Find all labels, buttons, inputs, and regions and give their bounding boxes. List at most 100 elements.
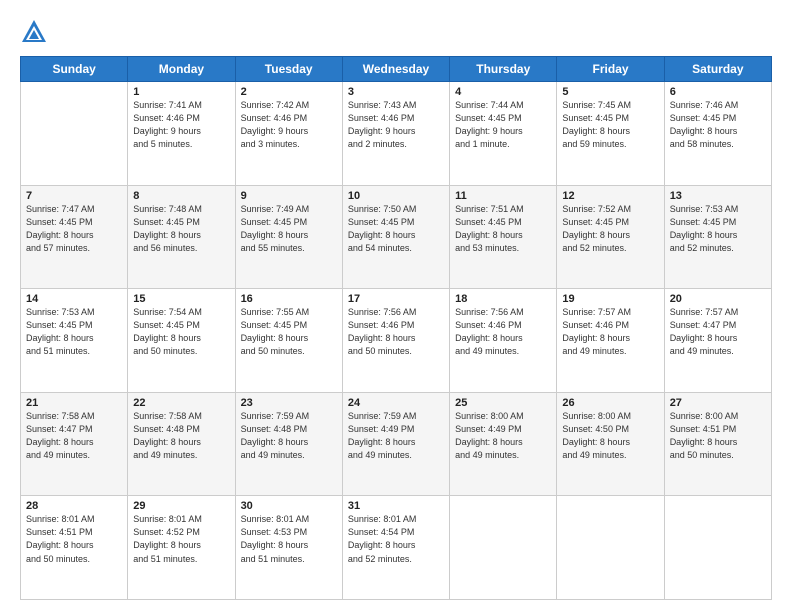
calendar-cell: 15Sunrise: 7:54 AM Sunset: 4:45 PM Dayli… <box>128 289 235 393</box>
calendar-cell <box>21 82 128 186</box>
calendar-cell: 2Sunrise: 7:42 AM Sunset: 4:46 PM Daylig… <box>235 82 342 186</box>
calendar-week-3: 14Sunrise: 7:53 AM Sunset: 4:45 PM Dayli… <box>21 289 772 393</box>
day-number: 5 <box>562 86 658 98</box>
calendar-cell: 28Sunrise: 8:01 AM Sunset: 4:51 PM Dayli… <box>21 496 128 600</box>
day-info: Sunrise: 8:00 AM Sunset: 4:51 PM Dayligh… <box>670 410 766 462</box>
calendar-cell: 13Sunrise: 7:53 AM Sunset: 4:45 PM Dayli… <box>664 185 771 289</box>
day-number: 25 <box>455 397 551 409</box>
day-info: Sunrise: 8:01 AM Sunset: 4:54 PM Dayligh… <box>348 513 444 565</box>
calendar-cell: 10Sunrise: 7:50 AM Sunset: 4:45 PM Dayli… <box>342 185 449 289</box>
day-info: Sunrise: 7:46 AM Sunset: 4:45 PM Dayligh… <box>670 99 766 151</box>
calendar-table: SundayMondayTuesdayWednesdayThursdayFrid… <box>20 56 772 600</box>
day-number: 31 <box>348 500 444 512</box>
day-number: 17 <box>348 293 444 305</box>
calendar-cell: 11Sunrise: 7:51 AM Sunset: 4:45 PM Dayli… <box>450 185 557 289</box>
day-number: 22 <box>133 397 229 409</box>
day-number: 9 <box>241 190 337 202</box>
calendar-week-2: 7Sunrise: 7:47 AM Sunset: 4:45 PM Daylig… <box>21 185 772 289</box>
calendar-cell: 30Sunrise: 8:01 AM Sunset: 4:53 PM Dayli… <box>235 496 342 600</box>
day-info: Sunrise: 8:00 AM Sunset: 4:49 PM Dayligh… <box>455 410 551 462</box>
day-number: 15 <box>133 293 229 305</box>
calendar-cell: 20Sunrise: 7:57 AM Sunset: 4:47 PM Dayli… <box>664 289 771 393</box>
weekday-sunday: Sunday <box>21 57 128 82</box>
day-info: Sunrise: 7:57 AM Sunset: 4:46 PM Dayligh… <box>562 306 658 358</box>
day-number: 3 <box>348 86 444 98</box>
calendar-cell <box>450 496 557 600</box>
calendar-cell: 4Sunrise: 7:44 AM Sunset: 4:45 PM Daylig… <box>450 82 557 186</box>
weekday-saturday: Saturday <box>664 57 771 82</box>
day-info: Sunrise: 7:59 AM Sunset: 4:49 PM Dayligh… <box>348 410 444 462</box>
calendar-week-1: 1Sunrise: 7:41 AM Sunset: 4:46 PM Daylig… <box>21 82 772 186</box>
day-number: 18 <box>455 293 551 305</box>
day-number: 19 <box>562 293 658 305</box>
weekday-tuesday: Tuesday <box>235 57 342 82</box>
day-info: Sunrise: 7:48 AM Sunset: 4:45 PM Dayligh… <box>133 203 229 255</box>
day-info: Sunrise: 7:41 AM Sunset: 4:46 PM Dayligh… <box>133 99 229 151</box>
day-info: Sunrise: 7:52 AM Sunset: 4:45 PM Dayligh… <box>562 203 658 255</box>
day-info: Sunrise: 7:55 AM Sunset: 4:45 PM Dayligh… <box>241 306 337 358</box>
day-info: Sunrise: 7:54 AM Sunset: 4:45 PM Dayligh… <box>133 306 229 358</box>
day-number: 4 <box>455 86 551 98</box>
day-number: 1 <box>133 86 229 98</box>
day-number: 14 <box>26 293 122 305</box>
day-info: Sunrise: 8:01 AM Sunset: 4:52 PM Dayligh… <box>133 513 229 565</box>
day-info: Sunrise: 7:45 AM Sunset: 4:45 PM Dayligh… <box>562 99 658 151</box>
calendar-cell: 26Sunrise: 8:00 AM Sunset: 4:50 PM Dayli… <box>557 392 664 496</box>
calendar-cell <box>664 496 771 600</box>
calendar-cell <box>557 496 664 600</box>
calendar-cell: 25Sunrise: 8:00 AM Sunset: 4:49 PM Dayli… <box>450 392 557 496</box>
day-number: 30 <box>241 500 337 512</box>
weekday-thursday: Thursday <box>450 57 557 82</box>
day-info: Sunrise: 7:58 AM Sunset: 4:48 PM Dayligh… <box>133 410 229 462</box>
calendar-cell: 22Sunrise: 7:58 AM Sunset: 4:48 PM Dayli… <box>128 392 235 496</box>
day-number: 12 <box>562 190 658 202</box>
calendar-cell: 9Sunrise: 7:49 AM Sunset: 4:45 PM Daylig… <box>235 185 342 289</box>
logo-icon <box>20 18 48 46</box>
calendar-cell: 24Sunrise: 7:59 AM Sunset: 4:49 PM Dayli… <box>342 392 449 496</box>
calendar-cell: 23Sunrise: 7:59 AM Sunset: 4:48 PM Dayli… <box>235 392 342 496</box>
day-info: Sunrise: 8:01 AM Sunset: 4:51 PM Dayligh… <box>26 513 122 565</box>
weekday-header-row: SundayMondayTuesdayWednesdayThursdayFrid… <box>21 57 772 82</box>
day-info: Sunrise: 7:51 AM Sunset: 4:45 PM Dayligh… <box>455 203 551 255</box>
day-info: Sunrise: 7:53 AM Sunset: 4:45 PM Dayligh… <box>26 306 122 358</box>
calendar-cell: 1Sunrise: 7:41 AM Sunset: 4:46 PM Daylig… <box>128 82 235 186</box>
calendar-cell: 6Sunrise: 7:46 AM Sunset: 4:45 PM Daylig… <box>664 82 771 186</box>
calendar-cell: 3Sunrise: 7:43 AM Sunset: 4:46 PM Daylig… <box>342 82 449 186</box>
day-info: Sunrise: 8:01 AM Sunset: 4:53 PM Dayligh… <box>241 513 337 565</box>
day-info: Sunrise: 7:47 AM Sunset: 4:45 PM Dayligh… <box>26 203 122 255</box>
day-number: 6 <box>670 86 766 98</box>
calendar-cell: 29Sunrise: 8:01 AM Sunset: 4:52 PM Dayli… <box>128 496 235 600</box>
day-info: Sunrise: 7:56 AM Sunset: 4:46 PM Dayligh… <box>348 306 444 358</box>
calendar-week-5: 28Sunrise: 8:01 AM Sunset: 4:51 PM Dayli… <box>21 496 772 600</box>
calendar-week-4: 21Sunrise: 7:58 AM Sunset: 4:47 PM Dayli… <box>21 392 772 496</box>
day-info: Sunrise: 7:57 AM Sunset: 4:47 PM Dayligh… <box>670 306 766 358</box>
calendar-cell: 21Sunrise: 7:58 AM Sunset: 4:47 PM Dayli… <box>21 392 128 496</box>
day-info: Sunrise: 7:50 AM Sunset: 4:45 PM Dayligh… <box>348 203 444 255</box>
weekday-wednesday: Wednesday <box>342 57 449 82</box>
calendar-cell: 14Sunrise: 7:53 AM Sunset: 4:45 PM Dayli… <box>21 289 128 393</box>
day-info: Sunrise: 7:56 AM Sunset: 4:46 PM Dayligh… <box>455 306 551 358</box>
day-number: 26 <box>562 397 658 409</box>
day-info: Sunrise: 7:58 AM Sunset: 4:47 PM Dayligh… <box>26 410 122 462</box>
day-info: Sunrise: 7:43 AM Sunset: 4:46 PM Dayligh… <box>348 99 444 151</box>
calendar-cell: 27Sunrise: 8:00 AM Sunset: 4:51 PM Dayli… <box>664 392 771 496</box>
calendar-cell: 19Sunrise: 7:57 AM Sunset: 4:46 PM Dayli… <box>557 289 664 393</box>
day-number: 2 <box>241 86 337 98</box>
day-info: Sunrise: 7:42 AM Sunset: 4:46 PM Dayligh… <box>241 99 337 151</box>
day-number: 7 <box>26 190 122 202</box>
day-number: 21 <box>26 397 122 409</box>
calendar-cell: 31Sunrise: 8:01 AM Sunset: 4:54 PM Dayli… <box>342 496 449 600</box>
day-number: 10 <box>348 190 444 202</box>
logo <box>20 18 52 46</box>
day-number: 13 <box>670 190 766 202</box>
day-info: Sunrise: 7:59 AM Sunset: 4:48 PM Dayligh… <box>241 410 337 462</box>
day-number: 8 <box>133 190 229 202</box>
weekday-friday: Friday <box>557 57 664 82</box>
day-number: 28 <box>26 500 122 512</box>
day-number: 20 <box>670 293 766 305</box>
day-number: 23 <box>241 397 337 409</box>
calendar-cell: 16Sunrise: 7:55 AM Sunset: 4:45 PM Dayli… <box>235 289 342 393</box>
calendar-cell: 12Sunrise: 7:52 AM Sunset: 4:45 PM Dayli… <box>557 185 664 289</box>
calendar-cell: 18Sunrise: 7:56 AM Sunset: 4:46 PM Dayli… <box>450 289 557 393</box>
day-number: 16 <box>241 293 337 305</box>
